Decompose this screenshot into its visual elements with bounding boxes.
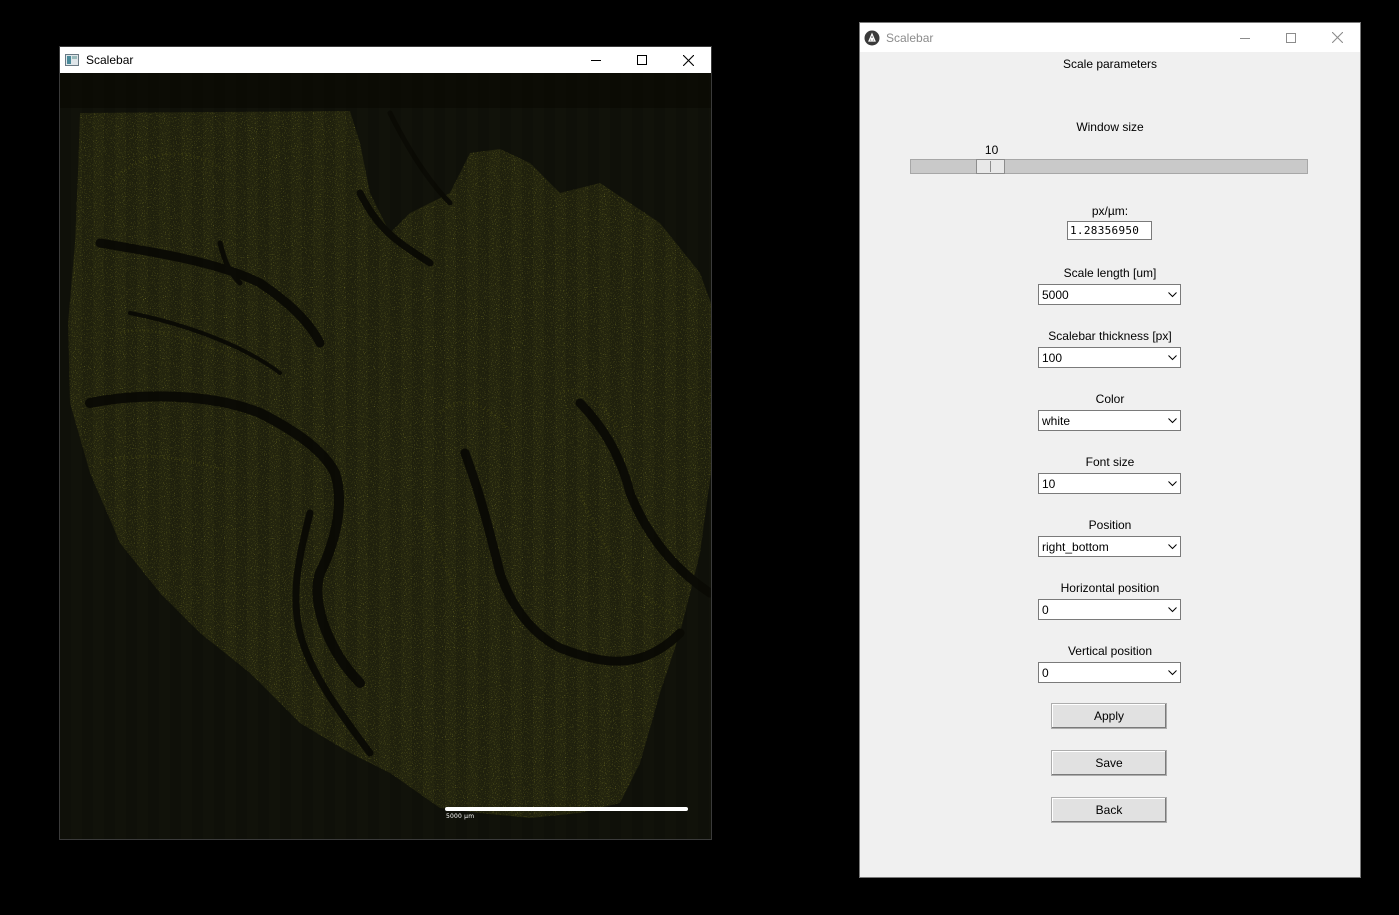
horizontal-position-value: 0	[1042, 603, 1049, 617]
scalebar-thickness-label: Scalebar thickness [px]	[1048, 329, 1172, 343]
px-per-um-label: px/µm:	[1091, 204, 1129, 218]
maximize-icon[interactable]	[1268, 23, 1314, 52]
microscopy-image: 5000 µm	[60, 73, 711, 839]
window-size-value: 10	[984, 143, 999, 157]
vertical-position-value: 0	[1042, 666, 1049, 680]
scalebar-thickness-select[interactable]: 100	[1038, 347, 1181, 368]
chevron-down-icon[interactable]	[1166, 603, 1178, 616]
app-icon	[864, 30, 880, 46]
save-button[interactable]: Save	[1051, 750, 1167, 776]
window-size-slider-track[interactable]	[910, 159, 1308, 174]
apply-button[interactable]: Apply	[1051, 703, 1167, 729]
minimize-icon[interactable]	[1222, 23, 1268, 52]
minimize-icon[interactable]	[573, 47, 619, 73]
chevron-down-icon[interactable]	[1166, 540, 1178, 553]
font-size-select[interactable]: 10	[1038, 473, 1181, 494]
vertical-position-select[interactable]: 0	[1038, 662, 1181, 683]
position-value: right_bottom	[1042, 540, 1109, 554]
window-title: Scalebar	[886, 30, 934, 45]
params-window-titlebar[interactable]: Scalebar	[860, 23, 1360, 52]
scale-length-label: Scale length [um]	[1063, 266, 1157, 280]
scalebar-thickness-value: 100	[1042, 351, 1063, 365]
position-select[interactable]: right_bottom	[1038, 536, 1181, 557]
scalebar-params-window: Scalebar Scale parameters Window size 10…	[859, 22, 1361, 878]
vertical-position-label: Vertical position	[1067, 644, 1153, 658]
scalebar-line	[445, 807, 688, 811]
window-size-label: Window size	[1076, 120, 1144, 134]
image-window-titlebar[interactable]: Scalebar	[60, 47, 711, 73]
color-select[interactable]: white	[1038, 410, 1181, 431]
horizontal-position-select[interactable]: 0	[1038, 599, 1181, 620]
close-icon[interactable]	[665, 47, 711, 73]
chevron-down-icon[interactable]	[1166, 414, 1178, 427]
font-size-label: Font size	[1085, 455, 1135, 469]
scale-length-select[interactable]: 5000	[1038, 284, 1181, 305]
chevron-down-icon[interactable]	[1166, 666, 1178, 679]
window-title: Scalebar	[86, 53, 134, 67]
window-size-slider-thumb[interactable]	[976, 159, 1006, 174]
image-window: Scalebar 5000 µm	[59, 46, 712, 840]
tissue-section-image	[60, 73, 711, 839]
px-per-um-input[interactable]: 1.28356950	[1067, 221, 1152, 240]
close-icon[interactable]	[1314, 23, 1360, 52]
scalebar-label: 5000 µm	[446, 813, 475, 820]
app-icon	[64, 52, 80, 68]
color-value: white	[1042, 414, 1071, 428]
position-label: Position	[1088, 518, 1132, 532]
font-size-value: 10	[1042, 477, 1056, 491]
maximize-icon[interactable]	[619, 47, 665, 73]
chevron-down-icon[interactable]	[1166, 351, 1178, 364]
scale-parameters-heading: Scale parameters	[1062, 57, 1158, 71]
horizontal-position-label: Horizontal position	[1060, 581, 1160, 595]
chevron-down-icon[interactable]	[1166, 477, 1178, 490]
back-button[interactable]: Back	[1051, 797, 1167, 823]
color-label: Color	[1095, 392, 1125, 406]
chevron-down-icon[interactable]	[1166, 288, 1178, 301]
scale-length-value: 5000	[1042, 288, 1069, 302]
